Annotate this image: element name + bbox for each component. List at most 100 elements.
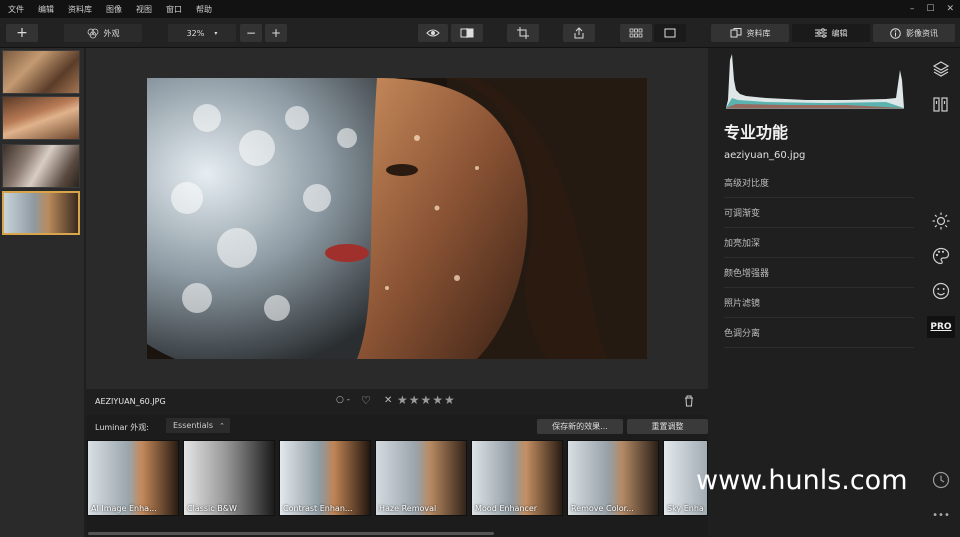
toolbar: + 外观 32% ▾ − + 资料库 编辑 影像资讯 <box>0 18 960 48</box>
tab-info[interactable]: 影像资讯 <box>873 24 955 42</box>
preview-eye-button[interactable] <box>418 24 448 42</box>
filter-split-toning[interactable]: 色调分离 <box>724 318 914 348</box>
histogram <box>726 50 904 110</box>
look-preset-label: Classic B&W <box>187 504 237 513</box>
close-icon[interactable]: ✕ <box>946 4 954 14</box>
save-new-look-button[interactable]: 保存新的效果... <box>537 419 623 434</box>
filter-label: 色调分离 <box>724 329 761 339</box>
library-icon <box>730 28 741 38</box>
single-view-icon <box>664 28 676 38</box>
add-label: + <box>16 25 28 41</box>
look-preset[interactable]: Haze Removal <box>375 440 467 516</box>
zoom-out-label: − <box>245 26 257 40</box>
panel-title: 专业功能 <box>724 123 789 142</box>
edit-panel: 专业功能 aeziyuan_60.jpg 高级对比度 可调渐变 加亮加深 颜色增… <box>710 48 920 537</box>
looks-category-select[interactable]: Essentials ⌃ <box>166 418 230 433</box>
save-new-look-label: 保存新的效果... <box>552 422 608 431</box>
face-icon[interactable] <box>930 280 952 302</box>
filmstrip-thumb[interactable] <box>2 50 80 94</box>
flag-control[interactable]: ○ - <box>336 395 350 405</box>
tab-library[interactable]: 资料库 <box>711 24 789 42</box>
filmstrip-thumb[interactable] <box>2 144 80 188</box>
share-button[interactable] <box>563 24 595 42</box>
look-preset[interactable]: Contrast Enhan... <box>279 440 371 516</box>
looks-panel: Luminar 外观: Essentials ⌃ 保存新的效果... 重置调整 A… <box>86 415 708 537</box>
layers-icon[interactable] <box>930 58 952 80</box>
look-preset[interactable]: AI Image Enha... <box>87 440 179 516</box>
filter-adjustable-gradient[interactable]: 可调渐变 <box>724 198 914 228</box>
filter-label: 照片滤镜 <box>724 299 761 309</box>
chevron-down-icon: ▾ <box>214 29 218 37</box>
menu-file[interactable]: 文件 <box>8 4 24 15</box>
looks-scrollbar[interactable] <box>88 532 494 535</box>
zoom-select[interactable]: 32% ▾ <box>168 24 236 42</box>
luminar-window: 文件 编辑 资料库 图像 视图 窗口 帮助 – ☐ ✕ + 外观 32% ▾ − … <box>0 0 960 537</box>
filter-advanced-contrast[interactable]: 高级对比度 <box>724 168 914 198</box>
pro-tools-button[interactable]: PRO <box>927 316 955 338</box>
filter-dodge-burn[interactable]: 加亮加深 <box>724 228 914 258</box>
maximize-icon[interactable]: ☐ <box>926 4 934 14</box>
reject-icon[interactable]: ✕ <box>384 395 392 406</box>
filmstrip <box>0 48 84 537</box>
favorite-heart-icon[interactable]: ♡ <box>361 394 371 407</box>
sliders-icon <box>814 28 827 38</box>
tool-icon-rail: PRO ••• <box>922 48 960 537</box>
filter-color-enhancer[interactable]: 颜色增强器 <box>724 258 914 288</box>
chevron-up-icon: ⌃ <box>219 421 225 430</box>
filter-label: 高级对比度 <box>724 179 770 189</box>
pro-label: PRO <box>930 322 952 332</box>
panel-filename: aeziyuan_60.jpg <box>724 150 806 161</box>
look-preset-label: Remove Color... <box>571 504 634 513</box>
zoom-out-button[interactable]: − <box>240 24 262 42</box>
tab-info-label: 影像资讯 <box>906 28 938 38</box>
sun-icon[interactable] <box>930 210 952 232</box>
palette-icon[interactable] <box>930 245 952 267</box>
filter-label: 加亮加深 <box>724 239 761 249</box>
history-clock-icon[interactable] <box>930 469 952 491</box>
look-preset[interactable]: Mood Enhancer <box>471 440 563 516</box>
image-filename: AEZIYUAN_60.JPG <box>95 397 166 406</box>
image-canvas <box>86 48 708 389</box>
star-rating[interactable]: ★★★★★ <box>397 393 456 407</box>
menu-image[interactable]: 图像 <box>106 4 122 15</box>
more-label: ••• <box>932 509 950 521</box>
tab-library-label: 资料库 <box>746 28 771 38</box>
look-preset-label: Mood Enhancer <box>475 504 538 513</box>
look-preset-label: AI Image Enha... <box>91 504 157 513</box>
add-photos-button[interactable]: + <box>6 24 38 42</box>
reset-adjustments-button[interactable]: 重置调整 <box>627 419 708 434</box>
zoom-value: 32% <box>186 28 205 38</box>
look-preset-label: Sky Enha <box>667 504 704 513</box>
window-controls: – ☐ ✕ <box>910 0 954 18</box>
minimize-icon[interactable]: – <box>910 4 915 14</box>
compare-button[interactable] <box>451 24 483 42</box>
menu-help[interactable]: 帮助 <box>196 4 212 15</box>
main-photo[interactable] <box>147 78 647 359</box>
menu-view[interactable]: 视图 <box>136 4 152 15</box>
crop-icon <box>517 27 529 39</box>
info-icon <box>890 27 901 39</box>
looks-title: Luminar 外观: <box>95 423 149 432</box>
watermark-text: www.hunls.com <box>696 465 908 496</box>
filmstrip-thumb-selected[interactable] <box>2 191 80 235</box>
share-icon <box>574 27 584 39</box>
crop-button[interactable] <box>507 24 539 42</box>
compare-icon <box>460 28 474 38</box>
grid-view-button[interactable] <box>620 24 652 42</box>
zoom-in-button[interactable]: + <box>265 24 287 42</box>
look-preset[interactable]: Classic B&W <box>183 440 275 516</box>
trash-icon[interactable] <box>684 395 694 407</box>
filter-label: 颜色增强器 <box>724 269 770 279</box>
single-view-button[interactable] <box>654 24 686 42</box>
tab-edit[interactable]: 编辑 <box>792 24 870 42</box>
menu-bar: 文件 编辑 资料库 图像 视图 窗口 帮助 – ☐ ✕ <box>0 0 960 18</box>
more-options-icon[interactable]: ••• <box>930 504 952 526</box>
menu-library[interactable]: 资料库 <box>68 4 92 15</box>
filter-photo-filter[interactable]: 照片滤镜 <box>724 288 914 318</box>
menu-edit[interactable]: 编辑 <box>38 4 54 15</box>
canvas-tools-icon[interactable] <box>930 93 952 115</box>
filmstrip-thumb[interactable] <box>2 96 80 140</box>
look-preset[interactable]: Remove Color... <box>567 440 659 516</box>
looks-button[interactable]: 外观 <box>64 24 142 42</box>
menu-window[interactable]: 窗口 <box>166 4 182 15</box>
